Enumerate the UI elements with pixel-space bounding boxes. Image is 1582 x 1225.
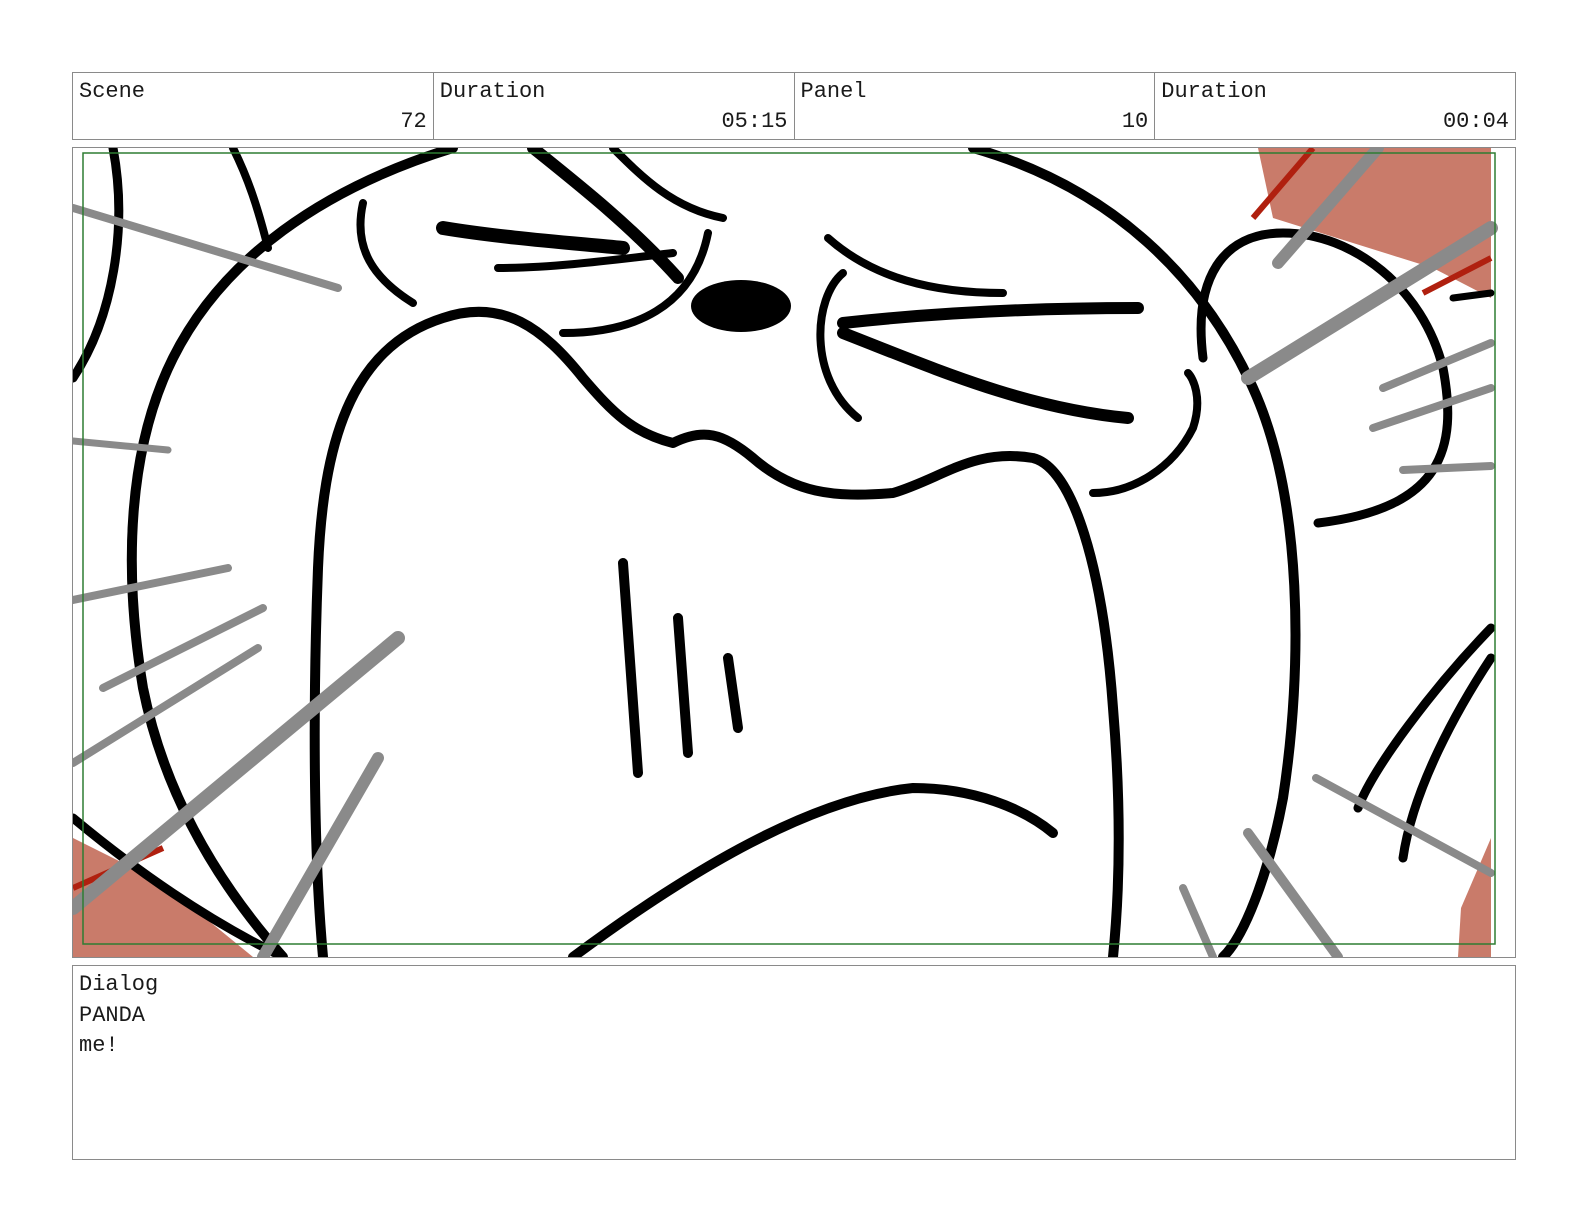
- scene-duration-value: 05:15: [721, 109, 788, 134]
- panel-info-header: Scene 72 Duration 05:15 Panel 10 Duratio…: [72, 72, 1516, 140]
- speed-line-2: [73, 437, 172, 454]
- nose-shape: [691, 280, 791, 332]
- forehead-curve: [356, 199, 417, 307]
- hair-left: [73, 148, 124, 383]
- right-eye-upper: [837, 302, 1144, 329]
- speed-line-15: [1179, 884, 1217, 957]
- dialog-box: Dialog PANDA me!: [72, 965, 1516, 1160]
- dialog-text: me!: [79, 1033, 119, 1058]
- speed-line-11: [1369, 384, 1495, 432]
- nose: [691, 280, 791, 332]
- cheek-line-1: [618, 558, 643, 778]
- ear-right-inner: [1449, 289, 1495, 302]
- left-eye-lower: [494, 249, 677, 272]
- panda-face-sketch: [73, 148, 1498, 957]
- dialog-label: Dialog: [79, 972, 159, 997]
- panel-duration-cell: Duration 00:04: [1155, 73, 1515, 139]
- cheek-line-2: [673, 613, 693, 758]
- panel-duration-label: Duration: [1161, 79, 1267, 104]
- scene-number: 72: [400, 109, 427, 134]
- scene-duration-cell: Duration 05:15: [434, 73, 795, 139]
- left-brow-2: [609, 148, 727, 222]
- storyboard-panel-frame: [72, 147, 1516, 958]
- scene-duration-label: Duration: [439, 79, 546, 104]
- hair-left-2: [229, 148, 272, 252]
- panel-cell: Panel 10: [795, 73, 1156, 139]
- mouth: [568, 783, 1058, 957]
- left-eye-upper: [436, 221, 630, 255]
- scene-label: Scene: [79, 79, 146, 104]
- panel-label: Panel: [800, 79, 867, 104]
- face-outline: [126, 148, 458, 957]
- cheek-line-3: [723, 653, 743, 733]
- cheek-right-fold: [1089, 369, 1202, 497]
- right-eyelid: [816, 269, 862, 422]
- speed-line-3: [73, 564, 232, 604]
- dialog-character: PANDA: [79, 1003, 146, 1028]
- panel-number: 10: [1121, 109, 1149, 134]
- speed-line-12: [1399, 462, 1495, 474]
- speed-line-4: [99, 604, 267, 692]
- right-brow: [824, 234, 1007, 297]
- right-eye-lower: [837, 327, 1134, 424]
- panel-duration-value: 00:04: [1442, 109, 1509, 134]
- scene-cell: Scene 72: [73, 73, 434, 139]
- bottom-left-accent: [73, 838, 253, 957]
- speed-line-5: [73, 644, 262, 767]
